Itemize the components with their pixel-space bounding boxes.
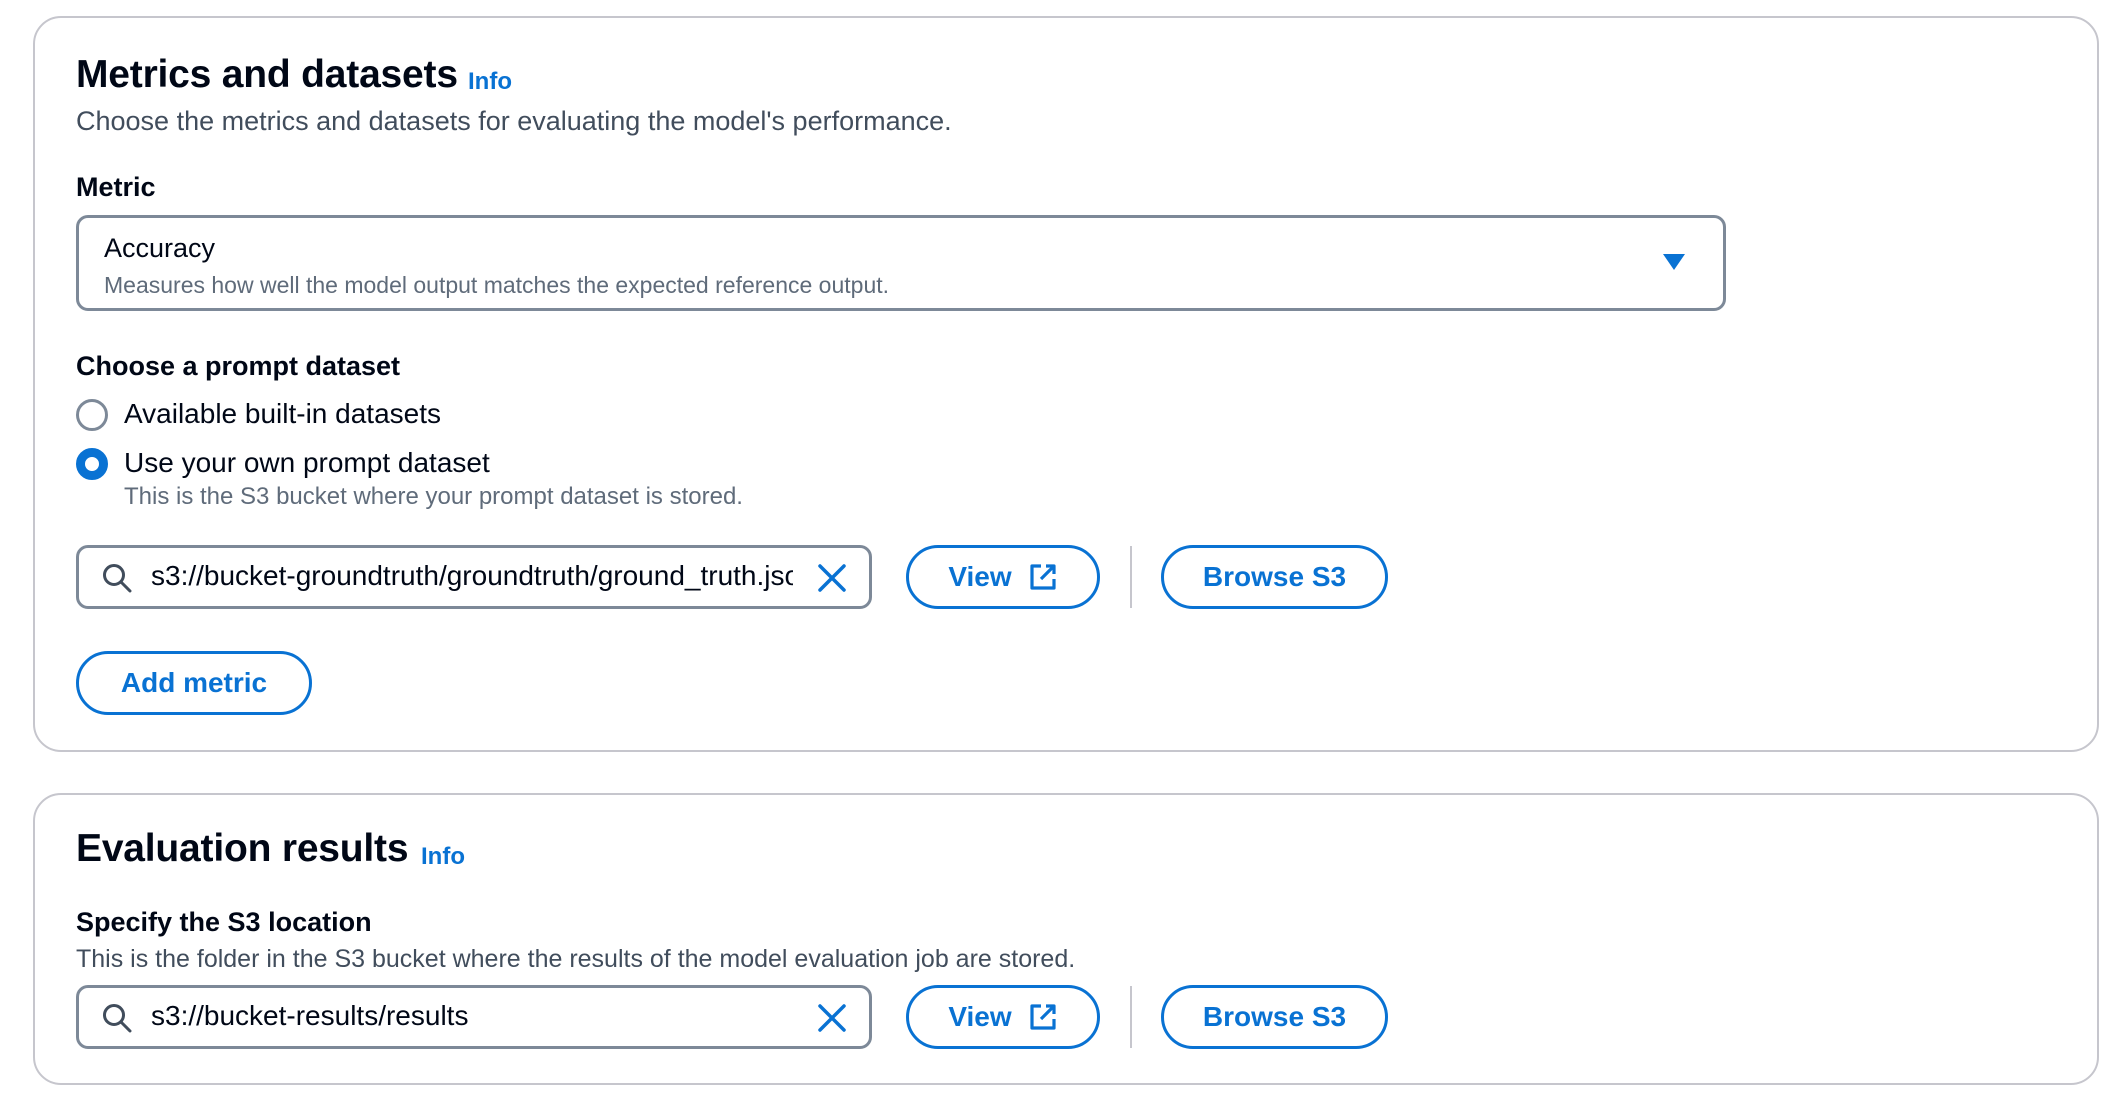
button-divider bbox=[1130, 546, 1132, 608]
view-results-button-label: View bbox=[948, 1001, 1012, 1032]
view-results-button[interactable]: View bbox=[906, 985, 1100, 1049]
prompt-dataset-s3-input[interactable]: s3://bucket-groundtruth/groundtruth/grou… bbox=[76, 545, 872, 609]
prompt-dataset-s3-value[interactable]: s3://bucket-groundtruth/groundtruth/grou… bbox=[151, 560, 793, 592]
s3-location-description: This is the folder in the S3 bucket wher… bbox=[76, 945, 1076, 973]
browse-s3-dataset-label: Browse S3 bbox=[1202, 561, 1347, 592]
external-link-icon bbox=[1030, 564, 1056, 590]
evaluation-results-panel: Evaluation results Info Specify the S3 l… bbox=[33, 793, 2099, 1085]
search-icon bbox=[103, 564, 132, 593]
results-s3-value[interactable]: s3://bucket-results/results bbox=[151, 1000, 793, 1032]
s3-location-label: Specify the S3 location bbox=[76, 907, 372, 937]
search-icon bbox=[103, 1004, 132, 1033]
metric-select[interactable]: Accuracy Measures how well the model out… bbox=[76, 215, 1726, 311]
radio-own-prompt-dataset[interactable]: Use your own prompt dataset bbox=[76, 445, 596, 485]
browse-s3-dataset-button[interactable]: Browse S3 bbox=[1161, 545, 1388, 609]
radio-own-dataset-description: This is the S3 bucket where your prompt … bbox=[124, 483, 743, 510]
clear-icon[interactable] bbox=[817, 563, 847, 593]
radio-button-unchecked[interactable] bbox=[76, 399, 108, 431]
results-s3-input[interactable]: s3://bucket-results/results bbox=[76, 985, 872, 1049]
add-metric-button[interactable]: Add metric bbox=[76, 651, 312, 715]
view-dataset-button[interactable]: View bbox=[906, 545, 1100, 609]
metrics-info-link[interactable]: Info bbox=[468, 68, 512, 96]
results-section-title: Evaluation results bbox=[76, 827, 409, 870]
add-metric-label: Add metric bbox=[120, 667, 268, 698]
clear-icon[interactable] bbox=[817, 1003, 847, 1033]
metrics-and-datasets-panel: Metrics and datasets Info Choose the met… bbox=[33, 16, 2099, 752]
metric-select-description: Measures how well the model output match… bbox=[104, 272, 890, 298]
caret-down-icon bbox=[1663, 254, 1685, 270]
radio-built-in-label: Available built-in datasets bbox=[124, 398, 442, 429]
prompt-dataset-label: Choose a prompt dataset bbox=[76, 351, 401, 381]
view-dataset-button-label: View bbox=[948, 561, 1012, 592]
metric-select-value: Accuracy bbox=[104, 233, 216, 263]
metrics-section-description: Choose the metrics and datasets for eval… bbox=[76, 106, 952, 136]
metric-label: Metric bbox=[76, 172, 156, 202]
radio-button-checked[interactable] bbox=[76, 448, 108, 480]
results-info-link[interactable]: Info bbox=[421, 843, 465, 871]
radio-built-in-datasets[interactable]: Available built-in datasets bbox=[76, 396, 596, 436]
metrics-section-title: Metrics and datasets bbox=[76, 53, 458, 96]
browse-s3-results-button[interactable]: Browse S3 bbox=[1161, 985, 1388, 1049]
button-divider bbox=[1130, 986, 1132, 1048]
radio-own-dataset-label: Use your own prompt dataset bbox=[124, 447, 490, 478]
browse-s3-results-label: Browse S3 bbox=[1202, 1001, 1347, 1032]
external-link-icon bbox=[1030, 1004, 1056, 1030]
